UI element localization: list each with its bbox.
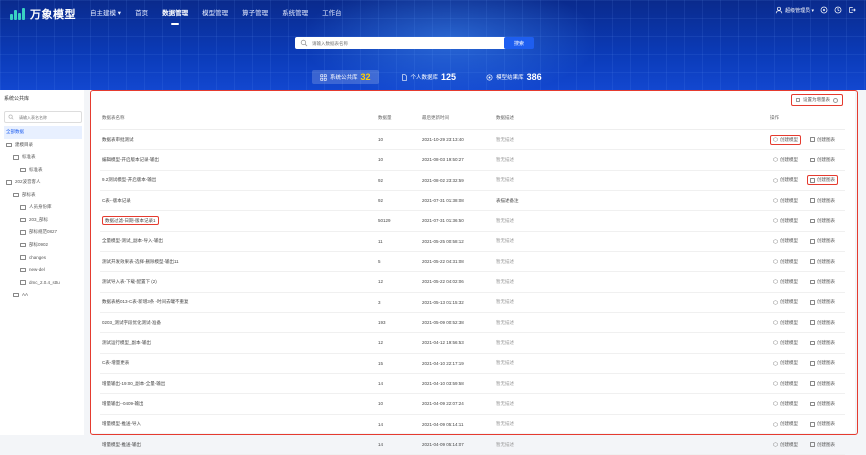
cell-desc: 暂无描述 — [494, 434, 768, 455]
user-icon — [775, 6, 783, 14]
nav-item-3[interactable]: 模型管理 — [202, 7, 228, 23]
help-icon[interactable] — [820, 6, 828, 14]
tab-label: 模型结果库 — [496, 75, 524, 81]
search-input[interactable] — [308, 40, 531, 46]
folder-icon — [13, 192, 19, 197]
settings-icon[interactable] — [834, 6, 842, 14]
tree-node[interactable]: 全部数据 — [4, 126, 82, 139]
tab-1[interactable]: 个人数据库 125 — [393, 70, 465, 84]
nav-item-2[interactable]: 数据管理 — [162, 7, 188, 25]
cell-ops: 创建模型 创建图表 — [768, 434, 845, 455]
tree-node-label: dmc_2.0.4_sttu — [29, 279, 60, 285]
sidebar-search-input[interactable] — [17, 113, 81, 121]
main-nav: 自主建模 ▾ 首页 数据管理 模型管理 算子管理 系统管理 工作台 — [90, 7, 342, 25]
sidebar-title: 系统公共库 — [4, 96, 30, 102]
tree-node-label: AA — [22, 292, 29, 298]
logo-icon — [10, 8, 26, 20]
nav-item-0[interactable]: 自主建模 ▾ — [90, 7, 121, 23]
tree-node[interactable]: AA — [4, 289, 82, 302]
cell-time: 2021-04-09 05:14:07 — [420, 434, 494, 455]
cell-name: 增量模型-推送-输出 — [100, 434, 376, 455]
target-icon — [486, 74, 493, 81]
nav-item-6[interactable]: 工作台 — [322, 7, 342, 23]
table-row[interactable]: 增量模型-推送-输出 14 2021-04-09 05:14:07 暂无描述 创建模型创… — [100, 434, 845, 455]
tab-count: 386 — [526, 72, 542, 82]
tree-node[interactable]: 标准表 — [4, 164, 82, 177]
tab-2[interactable]: 模型结果库 386 — [478, 70, 550, 84]
folder-icon — [6, 180, 12, 185]
create-model-button[interactable]: 创建模型 — [770, 440, 801, 450]
search-icon — [8, 114, 14, 120]
sidebar-search — [4, 111, 82, 123]
create-chart-label: 创建图表 — [817, 441, 835, 447]
search-bar: 搜索 — [295, 37, 534, 49]
tree-node-label: 部标规范0827 — [29, 229, 58, 235]
tree-node-label: 标准表 — [29, 166, 43, 172]
tree-node[interactable]: dmc_2.0.4_sttu — [4, 276, 82, 289]
folder-icon — [20, 230, 26, 235]
tab-count: 125 — [441, 72, 457, 82]
tree-node-label: changes — [29, 254, 47, 260]
folder-icon — [6, 142, 12, 147]
tree-node[interactable]: 部标规范0827 — [4, 226, 82, 239]
folder-tree: 全部数据 建模目录 标准表 标准表 202波音客人 部标表 人员身份库 203_部标 部标规范0… — [4, 126, 82, 301]
tree-node[interactable]: 部标表 — [4, 189, 82, 202]
tree-node-label: 部标表 — [22, 191, 36, 197]
create-model-label: 创建模型 — [780, 441, 798, 447]
folder-icon — [20, 217, 26, 222]
chart-icon — [810, 442, 815, 447]
tree-node-label: 202波音客人 — [15, 179, 41, 185]
tab-0[interactable]: 系统公共库 32 — [312, 70, 379, 84]
tab-label: 系统公共库 — [330, 75, 358, 81]
tree-node[interactable]: 建模目录 — [4, 139, 82, 152]
user-name: 超级管理员 ▾ — [785, 7, 814, 14]
folder-icon — [20, 280, 26, 285]
tree-node-label: new-del — [29, 267, 45, 273]
tree-node[interactable]: 标准表 — [4, 151, 82, 164]
tree-node-label: 人员身份库 — [29, 204, 52, 210]
nav-item-4[interactable]: 算子管理 — [242, 7, 268, 23]
folder-icon — [13, 292, 19, 297]
tree-node-label: 203_部标 — [29, 216, 49, 222]
file-icon — [401, 73, 408, 81]
search-icon — [300, 39, 308, 47]
tree-node[interactable]: 202波音客人 — [4, 176, 82, 189]
folder-icon — [13, 155, 19, 160]
user-menu[interactable]: 超级管理员 ▾ — [775, 6, 814, 14]
folder-icon — [20, 267, 26, 272]
tree-node[interactable]: 人员身份库 — [4, 201, 82, 214]
user-area: 超级管理员 ▾ — [775, 6, 856, 14]
tab-count: 32 — [360, 72, 371, 82]
tree-node-label: 建模目录 — [15, 141, 33, 147]
nav-item-5[interactable]: 系统管理 — [282, 7, 308, 23]
cell-count: 14 — [376, 434, 420, 455]
create-chart-button[interactable]: 创建图表 — [807, 440, 838, 450]
grid-icon — [320, 73, 327, 81]
tree-node-label: 标准表 — [22, 154, 36, 160]
folder-icon — [20, 167, 26, 172]
nav-item-1[interactable]: 首页 — [135, 7, 148, 23]
tab-label: 个人数据库 — [410, 75, 439, 81]
app-logo[interactable]: 万象模型 — [10, 6, 76, 22]
tree-node[interactable]: 203_部标 — [4, 214, 82, 227]
tree-node-label: 全部数据 — [6, 129, 24, 135]
logo-text: 万象模型 — [30, 9, 76, 21]
tree-node[interactable]: 部标0902 — [4, 239, 82, 252]
folder-icon — [20, 205, 26, 210]
logout-icon[interactable] — [848, 6, 856, 14]
folder-icon — [20, 242, 26, 247]
cube-icon — [773, 442, 778, 447]
sidebar: 系统公共库 全部数据建模目录标准表标准表202波音客人部标表人员身份库203_部… — [0, 90, 84, 435]
search-button[interactable]: 搜索 — [504, 37, 534, 49]
annotation-frame — [90, 90, 858, 435]
folder-icon — [20, 255, 26, 260]
library-tabs: 系统公共库 32 个人数据库 125 模型结果库 386 — [312, 70, 550, 84]
table-name[interactable]: 增量模型-推送-输出 — [102, 442, 141, 447]
tree-node[interactable]: changes — [4, 251, 82, 264]
tree-node[interactable]: new-del — [4, 264, 82, 277]
tree-node-label: 部标0902 — [29, 241, 49, 247]
header-banner: 万象模型 自主建模 ▾ 首页 数据管理 模型管理 算子管理 系统管理 工作台 超级管理员 ▾… — [0, 0, 866, 90]
